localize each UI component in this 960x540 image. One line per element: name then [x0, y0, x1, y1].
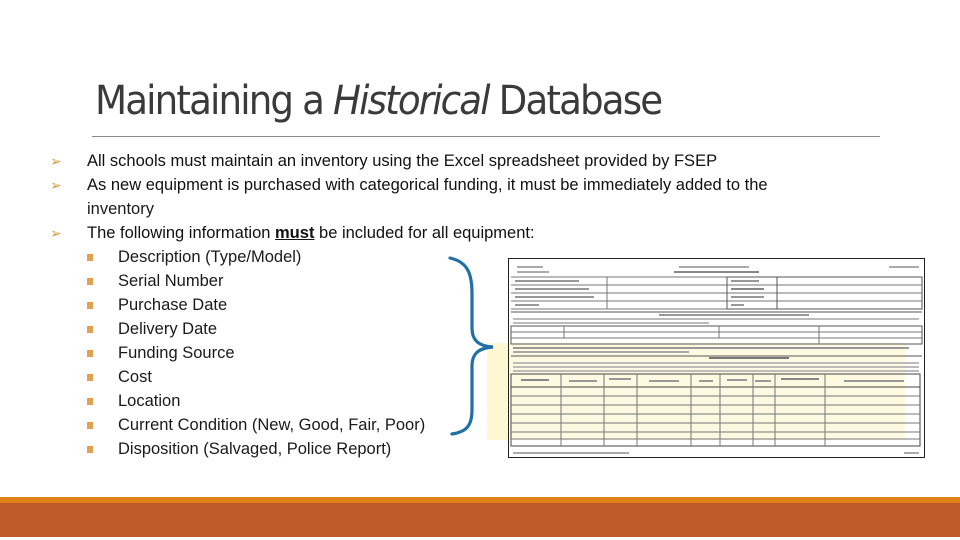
- square-bullet-icon: [87, 374, 93, 381]
- square-bullet-icon: [87, 446, 93, 453]
- field-label: Serial Number: [118, 272, 224, 290]
- bullet-text: All schools must maintain an inventory u…: [87, 152, 718, 170]
- field-label: Funding Source: [118, 344, 235, 362]
- bullet-text: As new equipment is purchased with categ…: [87, 176, 768, 194]
- field-label: Purchase Date: [118, 296, 228, 314]
- square-bullet-icon: [87, 326, 93, 333]
- bullet-text-before: The following information: [87, 224, 276, 242]
- arrow-bullet-icon: ➢: [50, 177, 62, 193]
- field-label: Description (Type/Model): [118, 248, 302, 266]
- emphasis-must: must: [275, 224, 315, 242]
- title-italic-word: Historical: [333, 78, 491, 124]
- arrow-bullet-icon: ➢: [50, 153, 62, 169]
- right-curly-brace-icon: [448, 256, 494, 436]
- field-label: Current Condition (New, Good, Fair, Poor…: [118, 416, 426, 434]
- square-bullet-icon: [87, 350, 93, 357]
- square-bullet-icon: [87, 398, 93, 405]
- footer-bar: [0, 503, 960, 537]
- title-divider: [92, 136, 880, 137]
- title-part-2: Database: [488, 78, 663, 124]
- square-bullet-icon: [87, 422, 93, 429]
- bullet-text-after: be included for all equipment:: [314, 224, 535, 242]
- bullet-continuation: inventory: [87, 200, 154, 218]
- slide-title: Maintaining a Historical Database: [95, 78, 663, 124]
- field-label: Location: [118, 392, 181, 410]
- form-graphic: [510, 266, 923, 454]
- arrow-bullet-icon: ➢: [50, 225, 62, 241]
- title-part-1: Maintaining a: [95, 78, 334, 124]
- bullet-text: The following information must be includ…: [87, 221, 535, 245]
- square-bullet-icon: [87, 254, 93, 261]
- square-bullet-icon: [87, 302, 93, 309]
- field-label: Disposition (Salvaged, Police Report): [118, 440, 392, 458]
- field-label: Cost: [118, 368, 152, 386]
- field-label: Delivery Date: [118, 320, 218, 338]
- inventory-form-image: [508, 258, 925, 458]
- square-bullet-icon: [87, 278, 93, 285]
